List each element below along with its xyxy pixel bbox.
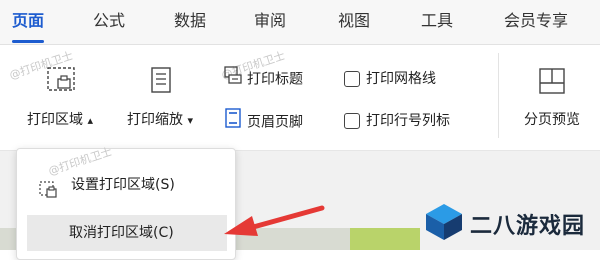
print-gridlines-checkbox[interactable]: 打印网格线: [344, 66, 436, 92]
header-footer-label: 页眉页脚: [247, 114, 303, 131]
tab-view[interactable]: 视图: [338, 8, 370, 34]
menu-item-set-print-area[interactable]: 设置打印区域(S): [27, 167, 227, 203]
brand-logo-icon: [424, 202, 464, 246]
print-scale-icon: [150, 67, 172, 97]
tab-data[interactable]: 数据: [174, 8, 206, 34]
ribbon-divider: [498, 53, 499, 138]
ribbon-tab-bar: 页面 公式 数据 审阅 视图 工具 会员专享: [0, 0, 600, 45]
header-footer-button[interactable]: 页眉页脚: [224, 108, 303, 134]
print-titles-button[interactable]: 打印标题: [224, 66, 303, 92]
print-titles-icon: [224, 66, 242, 93]
print-area-dropdown: @打印机卫士 设置打印区域(S) 取消打印区域(C): [16, 145, 236, 260]
set-print-area-label: 设置打印区域(S): [71, 177, 175, 193]
ribbon-panel: @打印机卫士 @打印机卫士 打印区域 ▴ 打印缩放 ▾ 打印标题 页眉页脚 打印…: [0, 45, 600, 158]
print-row-col-headers-checkbox[interactable]: 打印行号列标: [344, 108, 450, 134]
print-area-chevron-icon: ▴: [87, 114, 93, 127]
checkbox-box[interactable]: [344, 71, 360, 87]
cancel-print-area-label: 取消打印区域(C): [69, 225, 174, 241]
print-area-button[interactable]: 打印区域 ▴: [12, 63, 108, 143]
checkbox-box[interactable]: [344, 113, 360, 129]
tab-formulas[interactable]: 公式: [93, 8, 125, 34]
tab-review[interactable]: 审阅: [254, 8, 286, 34]
print-scale-label-wrap: 打印缩放 ▾: [112, 109, 208, 129]
print-scale-button[interactable]: 打印缩放 ▾: [112, 63, 208, 143]
sheet-column-band-accent: [350, 228, 420, 250]
page-break-preview-icon: [538, 67, 566, 99]
page-break-preview-label: 分页预览: [524, 112, 580, 128]
print-area-label-wrap: 打印区域 ▴: [17, 109, 103, 129]
tab-page[interactable]: 页面: [12, 8, 45, 43]
print-scale-chevron-icon: ▾: [187, 114, 193, 127]
page-break-preview-button[interactable]: 分页预览: [508, 63, 596, 143]
tab-tools[interactable]: 工具: [421, 8, 453, 34]
header-footer-icon: [224, 108, 242, 137]
brand-name: 二八游戏园: [470, 214, 586, 239]
print-gridlines-label: 打印网格线: [366, 71, 436, 87]
set-print-area-icon: [39, 177, 57, 213]
menu-item-cancel-print-area[interactable]: 取消打印区域(C): [27, 215, 227, 251]
brand-watermark: 二八游戏园: [420, 196, 590, 246]
tab-member[interactable]: 会员专享: [504, 8, 568, 34]
print-scale-label: 打印缩放: [127, 112, 183, 128]
print-area-label: 打印区域: [27, 112, 83, 128]
print-titles-label: 打印标题: [247, 71, 303, 88]
print-row-col-headers-label: 打印行号列标: [366, 113, 450, 129]
print-area-icon: [47, 67, 75, 97]
